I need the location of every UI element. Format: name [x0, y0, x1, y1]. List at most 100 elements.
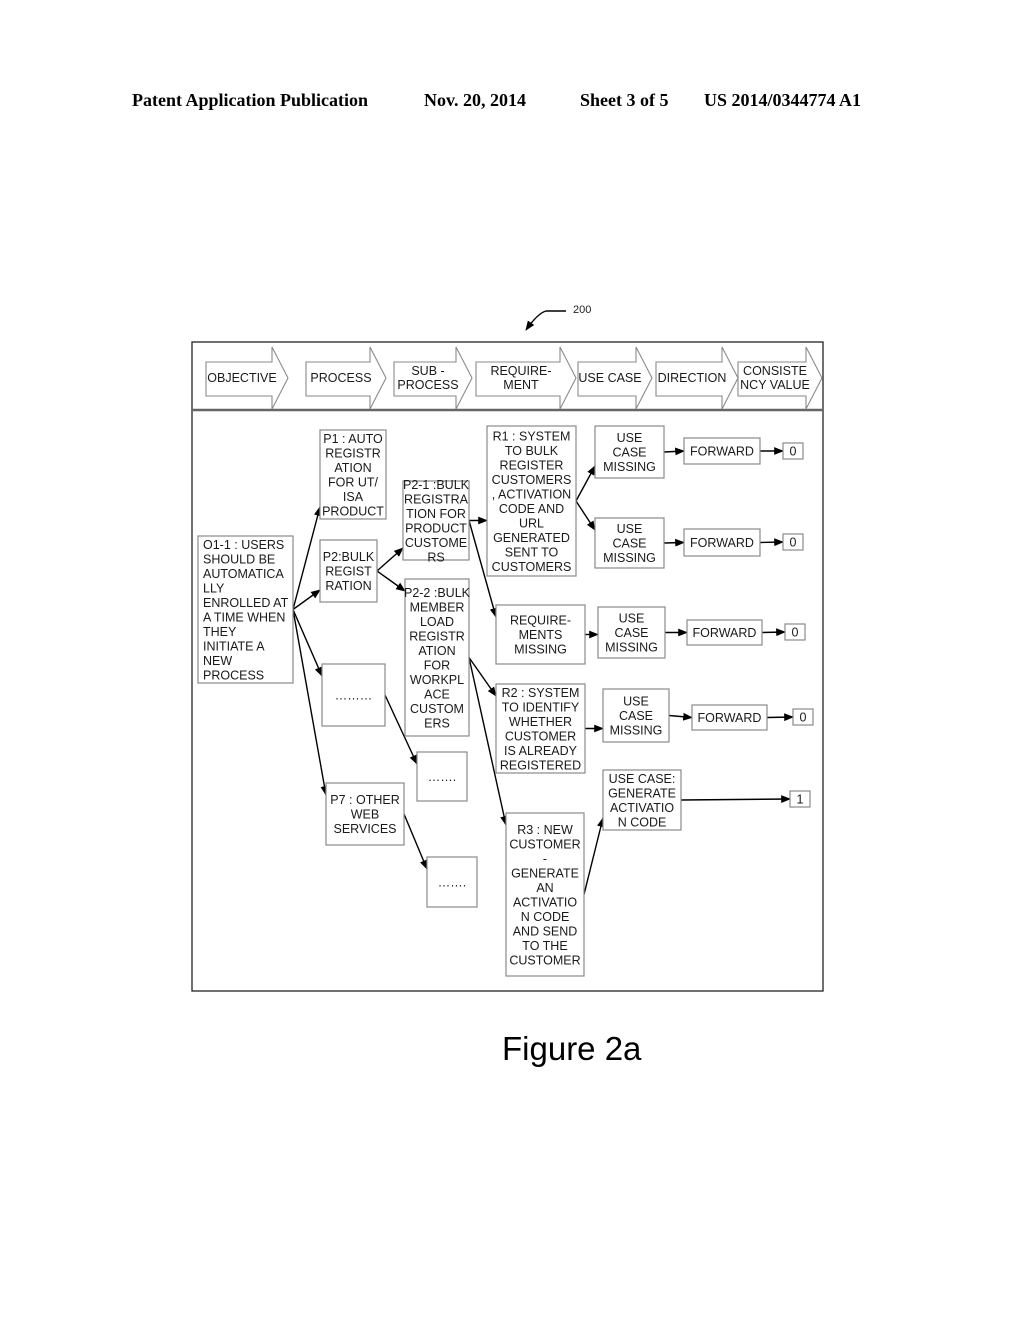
- column-header-consistency-value: CONSISTENCY VALUE: [737, 346, 823, 410]
- node-label: FORWARD: [690, 536, 754, 550]
- node-label: ………: [335, 689, 373, 703]
- node-label: WHETHER: [509, 715, 572, 729]
- node-label: TO IDENTIFY: [502, 700, 580, 714]
- reference-numeral: 200: [573, 304, 591, 316]
- edge-uc2-to-d2: [663, 538, 685, 547]
- node-r3: R3 : NEWCUSTOMER-GENERATEANACTIVATION CO…: [505, 812, 585, 977]
- node-label: ACTIVATIO: [610, 801, 674, 815]
- node-label: REGISTR: [409, 629, 465, 643]
- node-label: P7 : OTHER: [330, 793, 399, 807]
- node-uc4: USECASEMISSING: [602, 688, 670, 743]
- edge-p2-to-p21: [376, 547, 404, 572]
- node-r1: R1 : SYSTEMTO BULKREGISTERCUSTOMERS, ACT…: [486, 425, 577, 577]
- node-v3: 0: [784, 623, 806, 641]
- column-label: OBJECTIVE: [207, 371, 276, 385]
- edge-d3-to-v3: [761, 628, 786, 637]
- node-d3: FORWARD: [686, 619, 763, 646]
- node-label: AN: [536, 881, 553, 895]
- node-label: PRODUCT: [322, 504, 384, 518]
- node-label: FORWARD: [698, 711, 762, 725]
- node-label: ENROLLED AT: [203, 596, 289, 610]
- node-label: TO THE: [522, 939, 567, 953]
- node-label: CUSTOMER: [509, 953, 580, 967]
- node-label: REQUIRE-: [510, 614, 571, 628]
- node-label: GENERATED: [493, 531, 570, 545]
- node-label: NEW: [203, 654, 232, 668]
- node-label: CASE: [612, 537, 646, 551]
- edge-r1-to-uc1: [575, 465, 596, 502]
- node-label: CUSTOMERS: [492, 560, 572, 574]
- node-uc5: USE CASE:GENERATEACTIVATION CODE: [602, 769, 682, 831]
- node-label: PROCESS: [203, 668, 264, 682]
- column-header-use-case: USE CASE: [577, 346, 653, 410]
- node-label: CODE AND: [499, 502, 564, 516]
- node-label: PRODUCT: [405, 521, 467, 535]
- node-label: MISSING: [603, 551, 656, 565]
- node-label: 0: [792, 626, 799, 640]
- node-uc2: USECASEMISSING: [594, 517, 665, 569]
- node-label: 0: [790, 445, 797, 459]
- column-label: CONSISTE: [743, 364, 807, 378]
- node-label: USE: [617, 522, 643, 536]
- node-label: MISSING: [605, 641, 658, 655]
- node-label: URL: [519, 516, 544, 530]
- node-label: N CODE: [618, 815, 667, 829]
- node-label: …….: [438, 876, 466, 890]
- edge-p7-to-sdots2: [403, 813, 428, 870]
- node-label: N CODE: [521, 910, 570, 924]
- node-label: RS: [427, 550, 444, 564]
- node-pdots: ………: [321, 663, 386, 727]
- node-label: -: [543, 852, 547, 866]
- node-label: CUSTOME: [405, 536, 467, 550]
- node-label: 0: [790, 536, 797, 550]
- node-label: GENERATE: [511, 866, 579, 880]
- node-label: CASE: [614, 626, 648, 640]
- flow-diagram: 200 OBJECTIVE PROCESS SUB - PROCESS REQUIRE-…: [191, 304, 824, 992]
- node-sdots2: …….: [426, 856, 478, 908]
- node-label: P2:BULK: [323, 550, 375, 564]
- column-label: DIRECTION: [658, 371, 727, 385]
- node-label: THEY: [203, 625, 237, 639]
- node-d1: FORWARD: [683, 437, 761, 465]
- node-label: USE CASE:: [609, 772, 676, 786]
- node-v5: 1: [789, 790, 811, 808]
- node-label: P1 : AUTO: [323, 432, 383, 446]
- node-label: TO BULK: [505, 444, 559, 458]
- node-label: ERS: [424, 716, 450, 730]
- column-label: PROCESS: [310, 371, 371, 385]
- node-label: REGISTR: [325, 446, 381, 460]
- column-label: MENT: [503, 378, 539, 392]
- column-header-row: OBJECTIVE PROCESS SUB -PROCESSREQUIRE-MENT…: [205, 346, 823, 410]
- node-label: TION FOR: [406, 507, 466, 521]
- figure-caption: Figure 2a: [502, 1030, 642, 1067]
- node-label: RATION: [325, 579, 371, 593]
- node-o1: O1-1 : USERSSHOULD BEAUTOMATICALLYENROLL…: [197, 535, 294, 684]
- node-label: IS ALREADY: [504, 744, 578, 758]
- edge-d4-to-v4: [766, 713, 794, 722]
- node-uc1: USECASEMISSING: [594, 425, 665, 479]
- reference-pointer: 200: [525, 304, 591, 331]
- node-label: INITIATE A: [203, 639, 265, 653]
- column-label: NCY VALUE: [740, 378, 810, 392]
- column-header-direction: DIRECTION: [655, 346, 739, 410]
- edge-r1-to-uc2: [575, 500, 596, 531]
- node-label: FORWARD: [690, 445, 754, 459]
- node-label: REGISTER: [500, 458, 564, 472]
- node-label: WEB: [351, 808, 379, 822]
- node-label: SENT TO: [505, 545, 559, 559]
- node-label: AND SEND: [513, 924, 578, 938]
- node-label: O1-1 : USERS: [203, 538, 284, 552]
- node-p22: P2-2 :BULKMEMBERLOADREGISTRATIONFORWORKP…: [404, 578, 471, 737]
- node-label: CUSTOMERS: [492, 473, 572, 487]
- edge-uc1-to-d1: [663, 447, 685, 456]
- node-label: REGISTRA: [404, 492, 469, 506]
- edge-o1-to-pdots: [292, 609, 323, 677]
- edge-r3-to-uc5: [583, 817, 605, 895]
- node-label: USE: [617, 431, 643, 445]
- node-label: CUSTOMER: [505, 729, 576, 743]
- node-sdots1: …….: [416, 751, 468, 802]
- column-label: SUB -: [411, 364, 444, 378]
- node-label: ATION: [418, 644, 455, 658]
- node-label: ATION: [334, 461, 371, 475]
- node-layer: O1-1 : USERSSHOULD BEAUTOMATICALLYENROLL…: [197, 425, 814, 977]
